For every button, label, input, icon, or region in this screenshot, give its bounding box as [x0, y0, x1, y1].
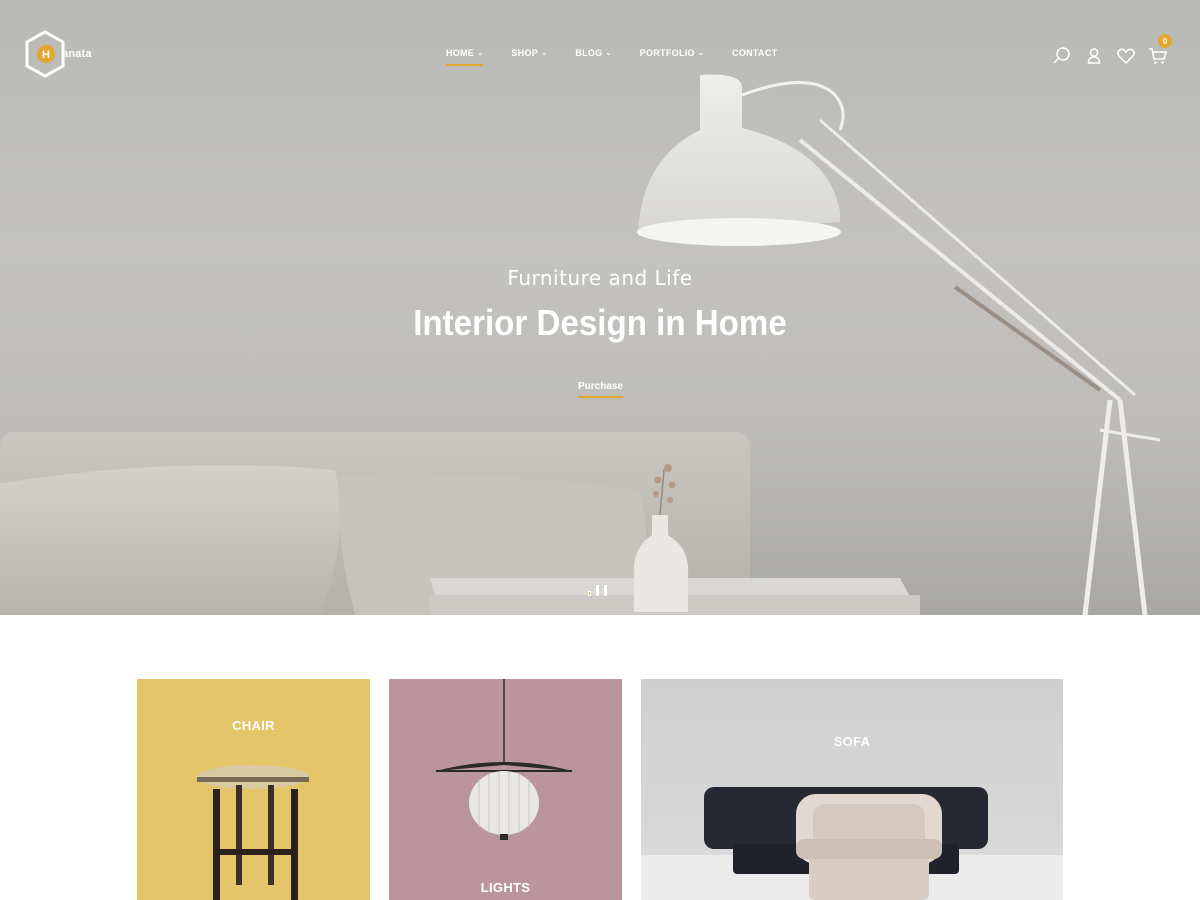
cart-button[interactable]: 0	[1148, 34, 1172, 66]
sofa-armchair-image	[641, 787, 1063, 900]
site-header: H anata HOME ⌄ SHOP ⌄ BLOG ⌄ PORTFOLIO ⌄	[0, 0, 1200, 110]
hero-caption: Furniture and Life Interior Design in Ho…	[0, 266, 1200, 344]
slider-dot-active[interactable]	[588, 591, 591, 596]
nav-item-label: BLOG	[575, 48, 603, 58]
nav-item-label: PORTFOLIO	[639, 48, 695, 58]
hero-slider: H anata HOME ⌄ SHOP ⌄ BLOG ⌄ PORTFOLIO ⌄	[0, 0, 1200, 615]
nav-item-label: SHOP	[511, 48, 539, 58]
account-button[interactable]	[1084, 46, 1104, 66]
logo[interactable]: H anata	[24, 30, 94, 80]
purchase-button[interactable]: Purchase	[578, 381, 624, 398]
main-nav: HOME ⌄ SHOP ⌄ BLOG ⌄ PORTFOLIO ⌄ CONTACT	[430, 48, 805, 66]
logo-letter: H	[42, 49, 50, 61]
slider-pagination	[588, 585, 607, 596]
nav-item-shop[interactable]: SHOP ⌄	[511, 48, 547, 58]
chevron-down-icon: ⌄	[605, 50, 612, 57]
search-button[interactable]	[1052, 46, 1072, 66]
hero-title: Interior Design in Home	[413, 302, 787, 343]
hero-subtitle: Furniture and Life	[507, 266, 693, 290]
user-icon	[1087, 48, 1101, 64]
chevron-down-icon: ⌄	[697, 50, 705, 57]
category-card-sofa[interactable]: SOFA	[641, 679, 1063, 900]
slider-dot[interactable]	[604, 585, 607, 596]
chevron-down-icon: ⌄	[477, 50, 484, 57]
category-card-lights[interactable]: LIGHTS	[389, 679, 622, 900]
nav-item-home[interactable]: HOME ⌄	[430, 48, 484, 66]
category-label: LIGHTS	[480, 880, 531, 895]
cart-count-badge: 0	[1158, 34, 1172, 48]
header-icons: 0	[1052, 34, 1180, 66]
stool-image	[197, 765, 309, 900]
nav-item-label: CONTACT	[732, 48, 778, 58]
chevron-down-icon: ⌄	[541, 50, 548, 57]
category-card-chair[interactable]: CHAIR	[137, 679, 370, 900]
wishlist-button[interactable]	[1116, 46, 1136, 66]
pendant-lamp-image	[436, 679, 572, 840]
nav-item-label: HOME	[446, 48, 475, 58]
nav-item-contact[interactable]: CONTACT	[732, 48, 777, 58]
nav-item-blog[interactable]: BLOG ⌄	[575, 48, 611, 58]
slider-dot[interactable]	[596, 585, 599, 596]
search-icon	[1053, 47, 1070, 64]
heart-icon	[1117, 48, 1135, 65]
cart-icon	[1149, 48, 1167, 64]
logo-name: anata	[62, 48, 92, 60]
nav-item-portfolio[interactable]: PORTFOLIO ⌄	[640, 48, 704, 58]
